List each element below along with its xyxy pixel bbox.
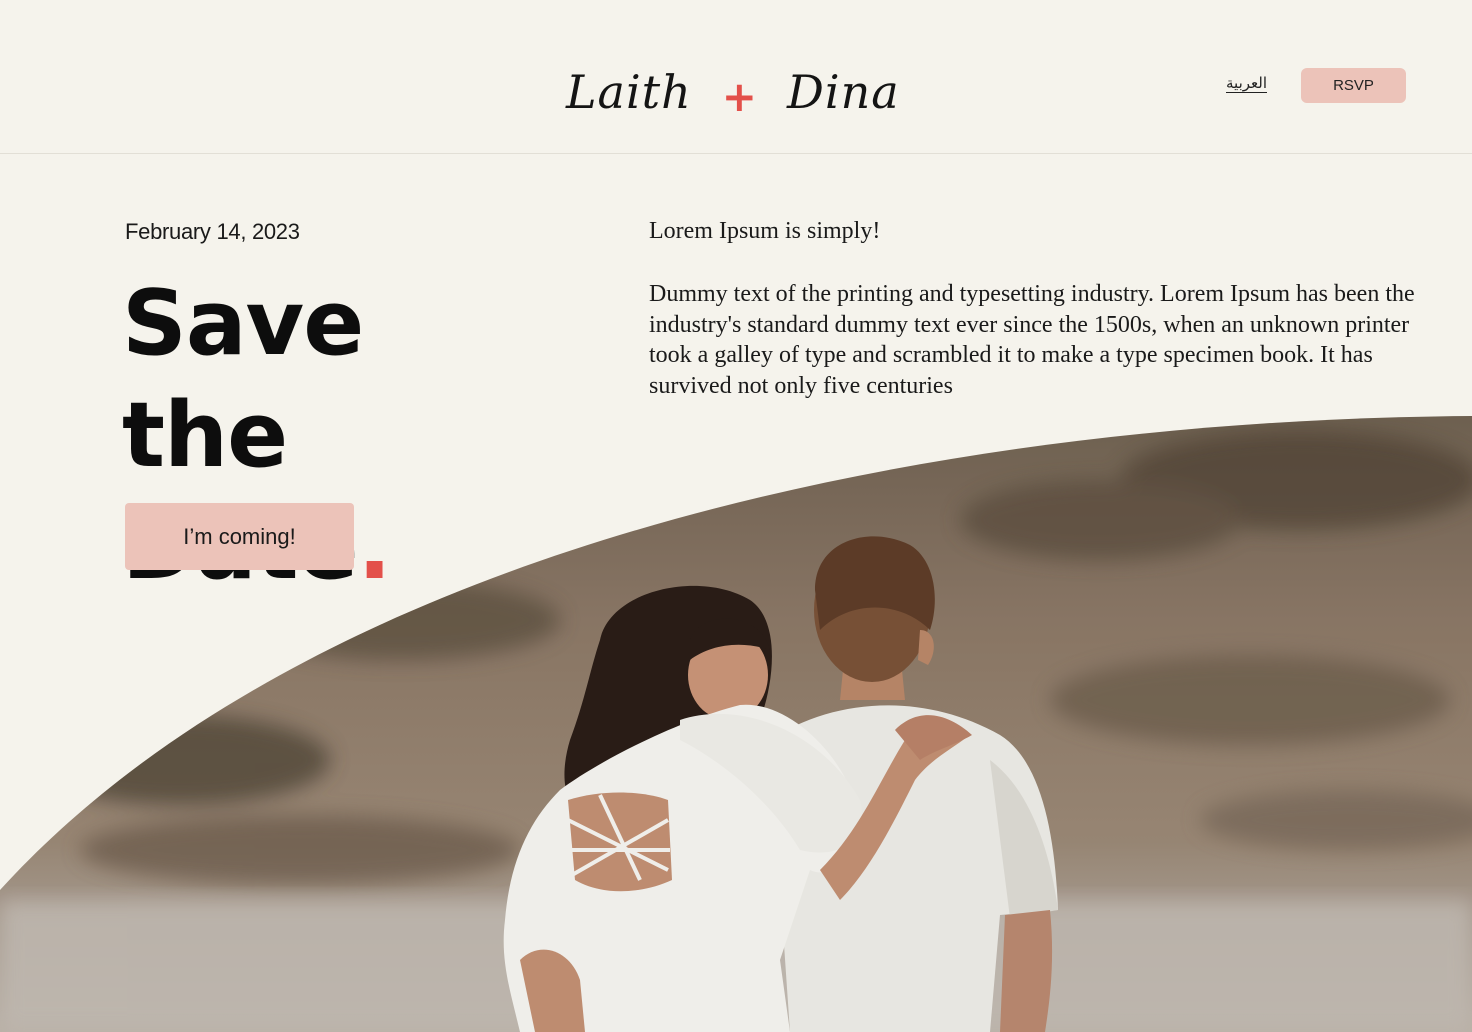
- rsvp-button[interactable]: RSVP: [1301, 68, 1406, 103]
- site-header: Laith + Dina العربية RSVP: [0, 0, 1472, 154]
- language-switch-link[interactable]: العربية: [1226, 74, 1267, 93]
- headline-dot: .: [357, 495, 392, 600]
- logo-first-name: Laith: [566, 65, 692, 119]
- intro-paragraph: Dummy text of the printing and typesetti…: [649, 281, 1415, 399]
- im-coming-button[interactable]: I’m coming!: [125, 503, 354, 570]
- logo-second-name: Dina: [787, 65, 900, 119]
- plus-icon: +: [721, 71, 757, 121]
- intro-heading: Lorem Ipsum is simply!: [649, 218, 881, 244]
- headline-line-1: Save the: [122, 271, 364, 488]
- event-date: February 14, 2023: [125, 219, 300, 244]
- couple-logo[interactable]: Laith + Dina: [566, 52, 900, 132]
